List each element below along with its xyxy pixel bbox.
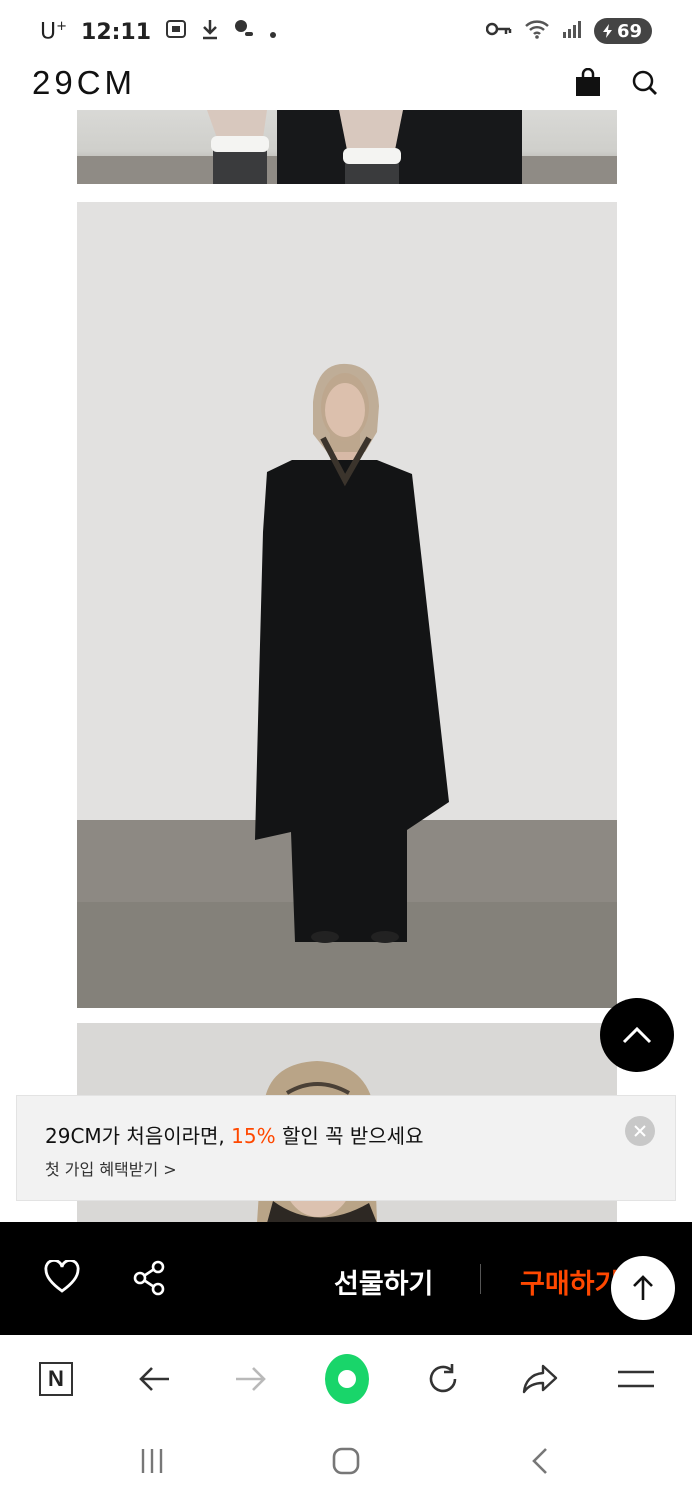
close-icon[interactable] — [625, 1116, 655, 1146]
carrier-label: U+ — [40, 19, 68, 45]
purchase-bar: 선물하기 구매하기 — [0, 1222, 692, 1335]
logo[interactable]: 29CM — [32, 64, 136, 102]
dot-icon — [269, 20, 277, 45]
signup-promo-banner[interactable]: 29CM가 처음이라면, 15% 할인 꼭 받으세요 첫 가입 혜택받기 > — [16, 1095, 676, 1201]
divider — [480, 1264, 481, 1294]
green-circle-icon[interactable] — [325, 1354, 369, 1404]
location-icon — [233, 18, 255, 46]
product-image-full-look — [77, 202, 617, 1008]
menu-icon[interactable] — [614, 1357, 658, 1401]
signal-icon — [562, 19, 582, 43]
browser-toolbar: N — [0, 1335, 692, 1423]
scroll-to-top-button[interactable] — [600, 998, 674, 1072]
key-icon — [485, 21, 512, 41]
wifi-icon — [524, 18, 550, 44]
scroll-up-button[interactable] — [611, 1256, 675, 1320]
heart-icon[interactable] — [44, 1258, 80, 1298]
home-icon[interactable] — [326, 1441, 366, 1481]
naver-n-icon[interactable]: N — [34, 1357, 78, 1401]
share-arrow-icon[interactable] — [518, 1357, 562, 1401]
status-bar: U+ 12:11 69 — [0, 0, 692, 64]
promo-signup-link[interactable]: 첫 가입 혜택받기 > — [45, 1156, 177, 1180]
back-icon[interactable] — [520, 1441, 560, 1481]
share-icon[interactable] — [132, 1260, 168, 1300]
recent-apps-icon[interactable] — [132, 1441, 172, 1481]
screenshot-icon — [165, 18, 187, 46]
buy-button[interactable]: 구매하기 — [520, 1262, 619, 1301]
arrow-up-icon — [633, 1275, 653, 1300]
search-icon[interactable] — [630, 68, 660, 102]
forward-arrow-icon[interactable] — [229, 1357, 273, 1401]
back-arrow-icon[interactable] — [132, 1357, 176, 1401]
battery-level: 69 — [616, 20, 642, 42]
battery-icon: 69 — [593, 18, 652, 44]
clock: 12:11 — [81, 19, 152, 45]
shopping-bag-icon[interactable] — [574, 67, 602, 102]
chevron-up-icon — [622, 1026, 652, 1044]
system-nav-bar — [0, 1423, 692, 1500]
gift-button[interactable]: 선물하기 — [334, 1262, 433, 1301]
app-header: 29CM — [0, 64, 692, 110]
promo-title: 29CM가 처음이라면, 15% 할인 꼭 받으세요 — [45, 1124, 424, 1148]
refresh-icon[interactable] — [421, 1357, 465, 1401]
product-image-legs — [77, 110, 617, 184]
download-icon — [201, 18, 219, 46]
